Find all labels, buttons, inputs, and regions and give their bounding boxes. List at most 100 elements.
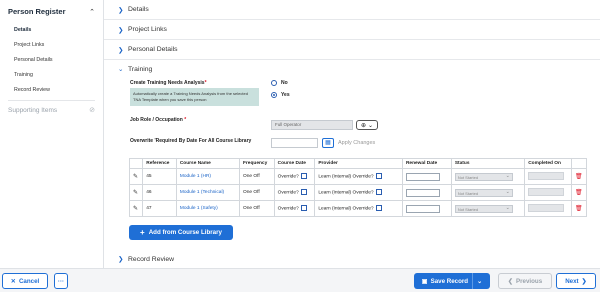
chevron-up-icon[interactable]: ⌃: [89, 8, 95, 16]
next-button[interactable]: Next ❯: [556, 273, 596, 289]
sidebar-title: Person Register: [8, 7, 66, 16]
section-project-links[interactable]: ❯ Project Links: [104, 20, 600, 40]
pencil-icon[interactable]: ✎: [133, 190, 138, 196]
actions-cell: 🗑: [571, 200, 587, 217]
apply-changes-button[interactable]: Apply Changes: [338, 138, 375, 148]
provider-cell: Learn (Internal) Override?: [314, 184, 403, 201]
overwrite-label: Overwrite 'Required By Date For All Cour…: [130, 138, 252, 144]
radio-yes[interactable]: Yes: [271, 92, 290, 98]
edit-cell: ✎: [128, 200, 144, 217]
cancel-button[interactable]: ✕ Cancel: [2, 273, 48, 289]
chevron-right-icon: ❯: [581, 277, 587, 285]
trash-icon[interactable]: 🗑: [575, 190, 583, 196]
radio-no[interactable]: No: [271, 80, 288, 86]
save-label: Save Record: [430, 277, 469, 285]
course-link[interactable]: Module 1 (Safety): [180, 206, 218, 211]
section-details[interactable]: ❯ Details: [104, 0, 600, 20]
close-icon: ✕: [10, 277, 16, 285]
course-name-cell: Module 1 (HR): [175, 168, 241, 185]
renewal-date-input[interactable]: [405, 188, 440, 197]
table-row: ✎ 46 Module 1 (Technical) One Off Overri…: [128, 184, 587, 201]
next-label: Next: [565, 277, 579, 285]
sidebar-divider: [8, 100, 95, 101]
sidebar-item-details[interactable]: Details: [0, 23, 103, 38]
section-training[interactable]: ⌄ Training: [104, 62, 152, 76]
table-header-row: Reference Course Name Frequency Course D…: [128, 158, 587, 169]
chevron-right-icon: ❯: [118, 26, 124, 34]
col-course-date-header: Course Date: [273, 158, 316, 169]
radio-yes-label: Yes: [281, 92, 290, 98]
job-role-dropdown[interactable]: ⊕ ⌄: [356, 120, 378, 130]
provider-label: Learn (Internal) Override?: [318, 206, 374, 212]
job-role-field[interactable]: Full Operator: [271, 120, 353, 130]
pencil-icon[interactable]: ✎: [133, 206, 138, 212]
trash-icon[interactable]: 🗑: [575, 206, 583, 212]
renewal-date-input[interactable]: [405, 172, 440, 181]
edit-cell: ✎: [128, 168, 144, 185]
renewal-date-input[interactable]: [405, 204, 440, 213]
sidebar-item-project-links[interactable]: Project Links: [0, 38, 103, 53]
completed-on-cell: [524, 184, 573, 201]
status-select[interactable]: Not Started: [454, 204, 513, 213]
supporting-items[interactable]: Supporting Items ⊘: [0, 103, 103, 115]
course-name-cell: Module 1 (Technical): [175, 184, 241, 201]
override-checkbox[interactable]: [300, 205, 307, 212]
renewal-date-cell: [401, 168, 452, 185]
section-project-links-label: Project Links: [128, 26, 167, 33]
overwrite-date-input[interactable]: [271, 138, 318, 148]
sidebar-item-record-review[interactable]: Record Review: [0, 83, 103, 98]
previous-button[interactable]: ❮ Previous: [498, 273, 552, 289]
section-record-review[interactable]: ❯ Record Review: [104, 252, 600, 266]
course-link[interactable]: Module 1 (Technical): [180, 190, 224, 195]
override-checkbox[interactable]: [300, 173, 307, 180]
pencil-icon[interactable]: ✎: [133, 174, 138, 180]
course-table: Reference Course Name Frequency Course D…: [128, 158, 587, 217]
radio-no-label: No: [281, 80, 288, 86]
provider-override-checkbox[interactable]: [375, 205, 382, 212]
col-completed-on-header: Completed On: [524, 158, 573, 169]
status-cell: Not Started: [450, 184, 526, 201]
section-record-review-label: Record Review: [128, 255, 175, 263]
chevron-down-icon[interactable]: ⌄: [477, 278, 482, 285]
section-personal-details-label: Personal Details: [128, 46, 178, 53]
required-marker: *: [204, 80, 207, 86]
col-renewal-date-header: Renewal Date: [401, 158, 452, 169]
col-actions-header: [571, 158, 587, 169]
frequency-cell: One Off: [239, 184, 275, 201]
col-status-header: Status: [450, 158, 526, 169]
provider-cell: Learn (Internal) Override?: [314, 200, 403, 217]
sidebar-header[interactable]: Person Register ⌃: [0, 0, 103, 18]
table-row: ✎ 45 Module 1 (HR) One Off Override? Lea…: [128, 168, 587, 185]
actions-cell: 🗑: [571, 184, 587, 201]
supporting-items-label: Supporting Items: [8, 106, 58, 114]
add-from-course-library-button[interactable]: + Add from Course Library: [129, 225, 233, 240]
more-button[interactable]: ···: [54, 273, 68, 289]
calendar-icon[interactable]: ▦: [322, 138, 334, 148]
sidebar-item-personal-details[interactable]: Personal Details: [0, 53, 103, 68]
course-link[interactable]: Module 1 (HR): [180, 174, 211, 179]
frequency-cell: One Off: [239, 200, 275, 217]
sidebar-item-training[interactable]: Training: [0, 68, 103, 83]
status-select[interactable]: Not Started: [454, 188, 513, 197]
plus-icon: +: [140, 228, 145, 237]
section-personal-details[interactable]: ❯ Personal Details: [104, 40, 600, 60]
status-select[interactable]: Not Started: [454, 172, 513, 181]
provider-override-checkbox[interactable]: [375, 189, 382, 196]
actions-cell: 🗑: [571, 168, 587, 185]
add-button-label: Add from Course Library: [148, 229, 222, 236]
trash-icon[interactable]: 🗑: [575, 174, 583, 180]
radio-no-circle[interactable]: [271, 80, 277, 86]
section-training-label: Training: [128, 65, 153, 73]
reference-cell: 47: [142, 200, 177, 217]
provider-override-checkbox[interactable]: [375, 173, 382, 180]
radio-yes-circle[interactable]: [271, 92, 277, 98]
main-content: ❯ Details ❯ Project Links ❯ Personal Det…: [104, 0, 600, 268]
override-label: Override?: [277, 174, 299, 180]
footer-bar: ✕ Cancel ··· ▣ Save Record ⌄ ❮ Previous …: [0, 268, 600, 292]
tna-label-text: Create Training Needs Analysis: [130, 80, 205, 86]
target-icon: ⊕: [360, 122, 366, 129]
save-record-button[interactable]: ▣ Save Record ⌄: [414, 273, 490, 289]
more-icon: ···: [57, 277, 65, 285]
override-checkbox[interactable]: [300, 189, 307, 196]
save-icon: ▣: [421, 277, 428, 285]
